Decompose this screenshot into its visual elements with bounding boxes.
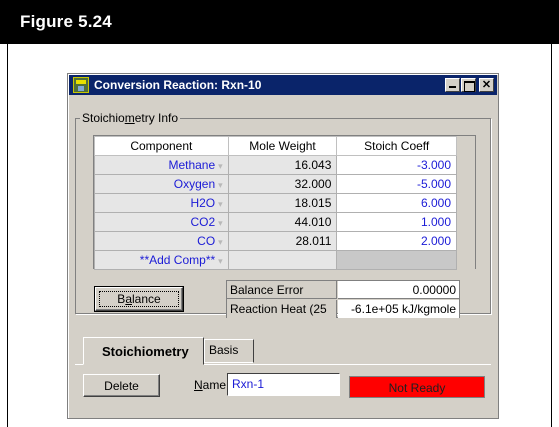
stoich-coeff-cell[interactable]: 6.000 [336, 193, 457, 213]
table-row: **Add Comp** ▾ [94, 250, 475, 270]
mole-weight-cell [227, 250, 338, 270]
reaction-heat-label: Reaction Heat (25 [227, 300, 337, 318]
table-row: Methane ▾ 16.043 -3.000 [94, 155, 475, 175]
header-mole-weight[interactable]: Mole Weight [227, 136, 338, 156]
balance-button[interactable]: Balance [94, 286, 184, 312]
header-component[interactable]: Component [94, 136, 229, 156]
dropdown-arrow-icon[interactable]: ▾ [218, 161, 223, 171]
status-bar: Not Ready [349, 376, 485, 398]
stoich-coeff-cell[interactable]: -3.000 [336, 155, 457, 175]
stoichiometry-grid: Component Mole Weight Stoich Coeff Metha… [93, 135, 476, 270]
focus-ring [99, 291, 179, 307]
dropdown-arrow-icon[interactable]: ▾ [218, 180, 223, 190]
component-cell[interactable]: CO2 ▾ [94, 212, 229, 232]
table-row: Oxygen ▾ 32.000 -5.000 [94, 174, 475, 194]
mole-weight-cell: 16.043 [227, 155, 338, 175]
table-row: H2O ▾ 18.015 6.000 [94, 193, 475, 213]
reaction-heat-value: -6.1e+05 kJ/kgmole [338, 300, 459, 318]
balance-results: Balance Error 0.00000 Reaction Heat (25 … [226, 280, 460, 318]
stoich-coeff-cell[interactable]: -5.000 [336, 174, 457, 194]
component-cell[interactable]: Oxygen ▾ [94, 174, 229, 194]
stoich-coeff-cell[interactable]: 1.000 [336, 212, 457, 232]
tab-stoichiometry[interactable]: Stoichiometry [83, 337, 204, 365]
component-cell[interactable]: CO ▾ [94, 231, 229, 251]
table-row: CO ▾ 28.011 2.000 [94, 231, 475, 251]
delete-button[interactable]: Delete [83, 374, 160, 397]
window-body: Stoichiometry Info Component Mole Weight… [67, 73, 499, 419]
dropdown-arrow-icon[interactable]: ▾ [218, 218, 223, 228]
component-cell[interactable]: Methane ▾ [94, 155, 229, 175]
stoich-coeff-cell[interactable]: 2.000 [336, 231, 457, 251]
mole-weight-cell: 18.015 [227, 193, 338, 213]
tab-basis[interactable]: Basis [204, 339, 254, 363]
grid-header-row: Component Mole Weight Stoich Coeff [94, 136, 475, 156]
balance-error-value: 0.00000 [338, 281, 459, 299]
dropdown-arrow-icon[interactable]: ▾ [218, 256, 223, 266]
header-stoich-coeff[interactable]: Stoich Coeff [336, 136, 457, 156]
dropdown-arrow-icon[interactable]: ▾ [218, 199, 223, 209]
mole-weight-cell: 32.000 [227, 174, 338, 194]
component-cell[interactable]: H2O ▾ [94, 193, 229, 213]
grid-spacer [456, 136, 475, 156]
name-input[interactable]: Rxn-1 [227, 373, 340, 396]
name-label: Name [194, 378, 227, 392]
figure-title: Figure 5.24 [0, 0, 559, 44]
add-component-cell[interactable]: **Add Comp** ▾ [94, 250, 229, 270]
table-row: CO2 ▾ 44.010 1.000 [94, 212, 475, 232]
stoichiometry-info-label: Stoichiometry Info [80, 111, 181, 125]
stoich-coeff-cell [336, 250, 457, 270]
mole-weight-cell: 44.010 [227, 212, 338, 232]
balance-error-label: Balance Error [227, 281, 337, 299]
dropdown-arrow-icon[interactable]: ▾ [218, 237, 223, 247]
mole-weight-cell: 28.011 [227, 231, 338, 251]
